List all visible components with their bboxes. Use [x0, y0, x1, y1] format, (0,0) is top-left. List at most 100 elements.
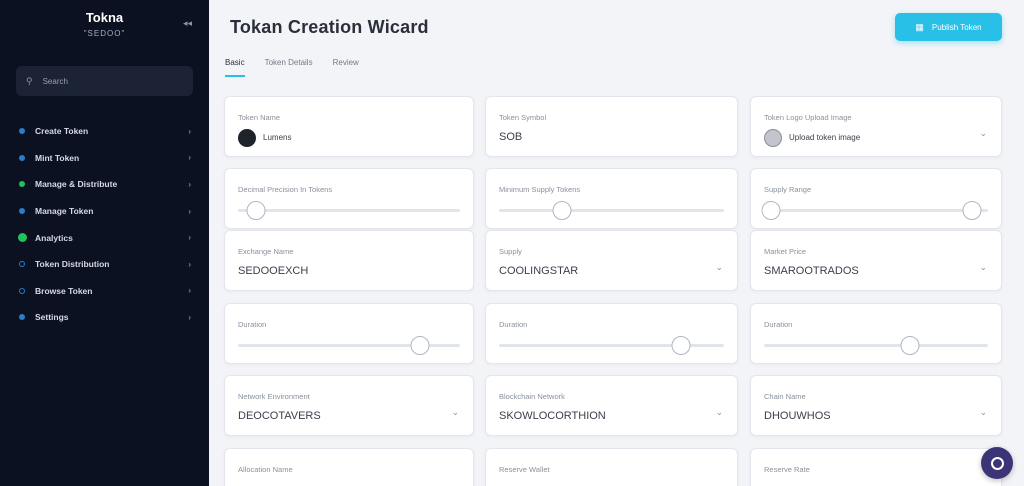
- sidebar-item-analytics[interactable]: Analytics ›: [0, 224, 209, 251]
- field-label: Reserve Wallet: [499, 465, 550, 474]
- sidebar-item-token-distribution[interactable]: Token Distribution ›: [0, 251, 209, 278]
- sidebar-item-label: Analytics: [35, 232, 73, 243]
- bullet-icon: [19, 314, 25, 321]
- slider-track[interactable]: [764, 209, 988, 212]
- field-label: Market Price: [764, 247, 807, 256]
- tab-basic[interactable]: Basic: [225, 58, 245, 77]
- wizard-tabs: Basic Token Details Review: [225, 58, 379, 77]
- collapse-sidebar-icon[interactable]: ◂◂: [183, 18, 192, 29]
- slider-thumb[interactable]: [246, 201, 266, 220]
- chevron-right-icon: ›: [188, 286, 191, 296]
- chat-bubble-icon: [990, 456, 1004, 470]
- sidebar-item-mint-token[interactable]: Mint Token ›: [0, 145, 209, 172]
- field-label: Duration: [764, 320, 793, 329]
- token-logo-upload[interactable]: Token Logo Upload Image Upload token ima…: [750, 96, 1002, 157]
- sidebar-item-label: Mint Token: [35, 152, 80, 163]
- chevron-right-icon: ›: [188, 233, 191, 243]
- bullet-icon: [19, 128, 25, 135]
- field-value: Lumens: [263, 133, 292, 142]
- field-value: Upload token image: [789, 133, 861, 142]
- sidebar-item-create-token[interactable]: Create Token ›: [0, 118, 209, 145]
- chevron-down-icon: ⌄: [451, 407, 459, 417]
- field-value: SMAROOTRADOS: [764, 265, 859, 277]
- minimum-supply-slider: Minimum Supply Tokens: [485, 168, 738, 229]
- sidebar-item-settings[interactable]: Settings ›: [0, 304, 209, 331]
- blockchain-network-select[interactable]: Blockchain Network SKOWLOCORTHION ⌄: [485, 375, 738, 436]
- field-label: Duration: [238, 320, 267, 329]
- chain-name-select[interactable]: Chain Name DHOUWHOS ⌄: [750, 375, 1002, 436]
- chevron-right-icon: ›: [188, 126, 191, 136]
- field-label: Supply Range: [764, 185, 812, 194]
- chevron-down-icon: ⌄: [715, 262, 723, 272]
- supply-range-slider: Supply Range: [750, 168, 1002, 229]
- publish-token-button-label: Publish Token: [931, 22, 982, 32]
- tab-review[interactable]: Review: [333, 58, 359, 77]
- token-name-field[interactable]: Token Name Lumens: [224, 96, 474, 157]
- slider-thumb[interactable]: [671, 336, 691, 355]
- reserve-wallet-field[interactable]: Reserve Wallet: [485, 448, 738, 486]
- publish-token-button[interactable]: ▦ Publish Token: [895, 13, 1002, 41]
- field-label: Blockchain Network: [499, 392, 565, 401]
- market-price-select[interactable]: Market Price SMAROOTRADOS ⌄: [750, 230, 1002, 291]
- field-value: SKOWLOCORTHION: [499, 410, 606, 422]
- field-label: Token Logo Upload Image: [764, 113, 852, 122]
- slider-thumb[interactable]: [900, 336, 920, 355]
- field-label: Decimal Precision In Tokens: [238, 185, 333, 194]
- help-chat-button[interactable]: [981, 447, 1013, 479]
- sidebar-item-label: Manage Token: [35, 206, 94, 217]
- field-label: Network Environment: [238, 392, 310, 401]
- bullet-icon: [19, 154, 25, 161]
- slider-thumb[interactable]: [552, 201, 572, 220]
- chevron-down-icon: ⌄: [979, 128, 987, 138]
- sidebar-item-manage-token[interactable]: Manage Token ›: [0, 198, 209, 225]
- sidebar-item-browse-token[interactable]: Browse Token ›: [0, 278, 209, 305]
- slider-thumb[interactable]: [410, 336, 430, 355]
- field-label: Minimum Supply Tokens: [499, 185, 581, 194]
- chevron-right-icon: ›: [188, 259, 191, 269]
- allocation-name-field[interactable]: Allocation Name: [224, 448, 474, 486]
- field-label: Token Name: [238, 113, 281, 122]
- field-label: Token Symbol: [499, 113, 547, 122]
- slider-track[interactable]: [499, 209, 724, 212]
- sidebar-item-manage-distribute[interactable]: Manage & Distribute ›: [0, 171, 209, 198]
- field-label: Supply: [499, 247, 522, 256]
- field-value: SEDOOEXCH: [238, 265, 309, 277]
- chevron-down-icon: ⌄: [715, 407, 723, 417]
- slider-thumb-low[interactable]: [761, 201, 781, 220]
- bullet-icon: [19, 181, 25, 188]
- search-icon: ⚲: [26, 75, 33, 86]
- sidebar-item-label: Manage & Distribute: [35, 179, 118, 190]
- field-label: Reserve Rate: [764, 465, 810, 474]
- field-label: Chain Name: [764, 392, 806, 401]
- bullet-icon: [19, 208, 25, 215]
- bullet-ring-icon: [19, 261, 25, 268]
- field-label: Allocation Name: [238, 465, 293, 474]
- tab-token-details[interactable]: Token Details: [265, 58, 313, 77]
- sidebar-item-label: Create Token: [35, 126, 89, 137]
- slider-track[interactable]: [238, 209, 460, 212]
- search-placeholder: Search: [42, 76, 68, 86]
- token-logo-icon: [238, 129, 256, 147]
- field-value: DHOUWHOS: [764, 410, 831, 422]
- brand-subtitle: "SEDOO": [83, 29, 126, 38]
- sidebar-search[interactable]: ⚲ Search: [16, 66, 193, 96]
- decimal-precision-slider: Decimal Precision In Tokens: [224, 168, 474, 229]
- slider-track[interactable]: [764, 344, 988, 347]
- page-title: Tokan Creation Wicard: [230, 17, 429, 37]
- network-environment-select[interactable]: Network Environment DEOCOTAVERS ⌄: [224, 375, 474, 436]
- exchange-name-field[interactable]: Exchange Name SEDOOEXCH: [224, 230, 474, 291]
- token-symbol-field[interactable]: Token Symbol SOB: [485, 96, 738, 157]
- brand: Tokna "SEDOO": [0, 10, 209, 38]
- bullet-ring-icon: [19, 287, 25, 294]
- reserve-rate-field[interactable]: Reserve Rate: [750, 448, 1002, 486]
- duration-slider-1: Duration: [224, 303, 474, 364]
- chevron-down-icon: ⌄: [979, 262, 987, 272]
- sidebar-item-label: Browse Token: [35, 285, 93, 296]
- slider-thumb-high[interactable]: [962, 201, 982, 220]
- chevron-right-icon: ›: [188, 206, 191, 216]
- duration-slider-2: Duration: [485, 303, 738, 364]
- chevron-right-icon: ›: [188, 179, 191, 189]
- supply-select[interactable]: Supply COOLINGSTAR ⌄: [485, 230, 738, 291]
- duration-slider-3: Duration: [750, 303, 1002, 364]
- chevron-down-icon: ⌄: [979, 407, 987, 417]
